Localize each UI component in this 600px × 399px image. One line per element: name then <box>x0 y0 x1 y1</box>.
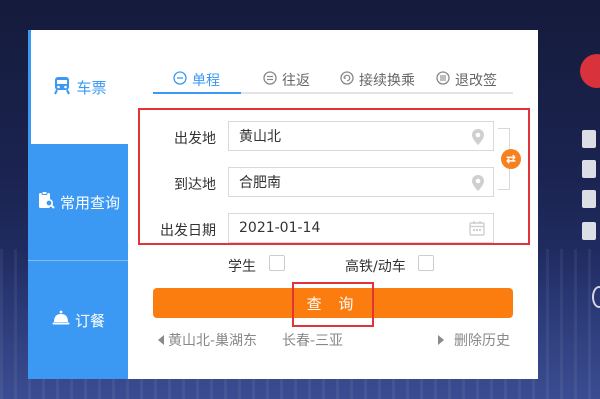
date-label: 出发日期 <box>160 223 216 239</box>
departure-date-value: 2021-01-14 <box>239 220 321 236</box>
dining-cloche-icon <box>51 308 71 332</box>
tab-transfer[interactable]: 接续换乘 <box>340 68 415 92</box>
student-label: 学生 <box>228 259 256 275</box>
sidebar-item-label: 车票 <box>76 78 107 97</box>
tab-one-way[interactable]: 单程 <box>173 68 220 92</box>
departure-date-input[interactable]: 2021-01-14 <box>228 213 494 243</box>
history-item-label: 黄山北-巢湖东 <box>168 333 258 349</box>
background-text-fragment <box>582 190 596 208</box>
to-label: 到达地 <box>174 177 216 193</box>
to-station-input[interactable]: 合肥南 <box>228 167 494 197</box>
tab-round-trip[interactable]: 往返 <box>263 68 310 92</box>
to-station-value: 合肥南 <box>239 175 281 191</box>
sidebar-item-tickets[interactable]: 车票 <box>28 30 128 144</box>
from-label: 出发地 <box>174 131 216 147</box>
background-ring <box>592 286 600 308</box>
history-item[interactable]: 长春-三亚 <box>282 330 343 350</box>
from-station-value: 黄山北 <box>239 129 281 145</box>
sidebar: 车票 常用查询 订餐 <box>28 30 128 379</box>
background-text-fragment <box>582 160 596 178</box>
list-circle-icon <box>436 71 450 89</box>
background-text-fragment <box>582 130 596 148</box>
active-tab-indicator <box>153 92 241 94</box>
refresh-circle-icon <box>340 71 354 89</box>
highlight-search-box <box>292 282 374 327</box>
from-station-input[interactable]: 黄山北 <box>228 121 494 151</box>
triangle-left-icon <box>158 335 164 345</box>
history-item[interactable]: 黄山北-巢湖东 <box>158 330 257 350</box>
history-item-label: 长春-三亚 <box>282 333 344 349</box>
minus-circle-icon <box>173 71 187 89</box>
equals-circle-icon <box>263 71 277 89</box>
train-icon <box>52 75 72 99</box>
sidebar-item-meal-order[interactable]: 订餐 <box>28 261 128 379</box>
background-red-dot <box>580 54 600 88</box>
tab-label: 往返 <box>282 73 310 89</box>
student-checkbox[interactable] <box>269 255 285 271</box>
sidebar-item-label: 订餐 <box>74 311 105 330</box>
location-pin-icon <box>471 128 485 150</box>
clipboard-search-icon <box>36 190 56 214</box>
trip-type-tabs: 单程 往返 接续换乘 退改签 <box>153 64 513 94</box>
triangle-right-icon <box>438 335 444 345</box>
ticket-search-panel: 车票 常用查询 订餐 单程 往返 接续换乘 退改签 出发地 黄山北 到达地 合肥… <box>28 30 538 379</box>
highspeed-label: 高铁/动车 <box>345 259 406 275</box>
background-text-fragment <box>582 222 596 240</box>
calendar-icon <box>469 220 485 240</box>
sidebar-item-common-queries[interactable]: 常用查询 <box>28 144 128 260</box>
tab-refund-change[interactable]: 退改签 <box>436 68 497 92</box>
clear-history-button[interactable]: 删除历史 <box>438 330 510 350</box>
tab-label: 退改签 <box>455 73 497 89</box>
tab-label: 单程 <box>192 73 220 89</box>
swap-arrows-icon: ⇄ <box>505 152 517 166</box>
clear-history-label: 删除历史 <box>454 333 510 349</box>
highspeed-checkbox[interactable] <box>418 255 434 271</box>
sidebar-item-label: 常用查询 <box>59 193 120 212</box>
swap-stations-button[interactable]: ⇄ <box>501 149 521 169</box>
location-pin-icon <box>471 174 485 196</box>
tab-label: 接续换乘 <box>359 73 415 89</box>
